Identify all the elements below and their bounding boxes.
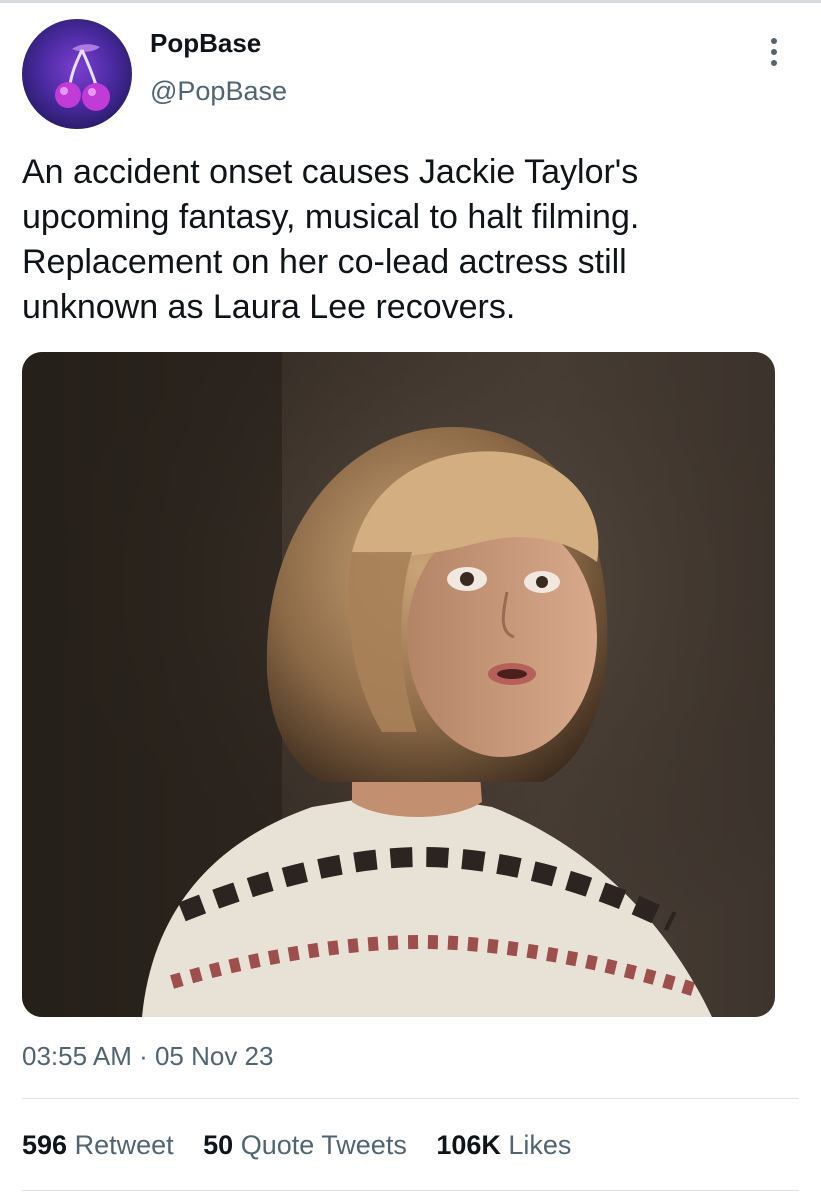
retweets-stat[interactable]: 596 Retweet: [22, 1130, 174, 1161]
likes-count: 106K: [436, 1130, 501, 1160]
divider: [22, 1190, 799, 1191]
quote-label: Quote Tweets: [240, 1130, 407, 1160]
engagement-stats: 596 Retweet 50 Quote Tweets 106K Likes: [22, 1130, 593, 1161]
tweet-photo[interactable]: [22, 352, 775, 1017]
author-display-name[interactable]: PopBase: [150, 28, 261, 59]
quote-tweets-stat[interactable]: 50 Quote Tweets: [203, 1130, 407, 1161]
likes-stat[interactable]: 106K Likes: [436, 1130, 571, 1161]
likes-label: Likes: [508, 1130, 572, 1160]
retweet-label: Retweet: [74, 1130, 174, 1160]
photo-illustration: [22, 352, 775, 1017]
top-divider: [0, 0, 821, 3]
tweet-text: An accident onset causes Jackie Taylor's…: [22, 150, 792, 330]
tweet-text-line: upcoming fantasy, musical to halt filmin…: [22, 198, 640, 236]
tweet-text-line: unknown as Laura Lee recovers.: [22, 288, 516, 326]
more-vertical-icon[interactable]: [764, 38, 784, 74]
divider: [22, 1098, 799, 1099]
quote-count: 50: [203, 1130, 234, 1160]
tweet-text-line: Replacement on her co-lead actress still: [22, 243, 627, 281]
author-handle[interactable]: @PopBase: [150, 76, 287, 107]
retweet-count: 596: [22, 1130, 68, 1160]
tweet-timestamp[interactable]: 03:55 AM · 05 Nov 23: [22, 1041, 273, 1072]
avatar[interactable]: [22, 19, 132, 129]
tweet-text-line: An accident onset causes Jackie Taylor's: [22, 153, 639, 191]
cherry-icon: [55, 44, 110, 111]
